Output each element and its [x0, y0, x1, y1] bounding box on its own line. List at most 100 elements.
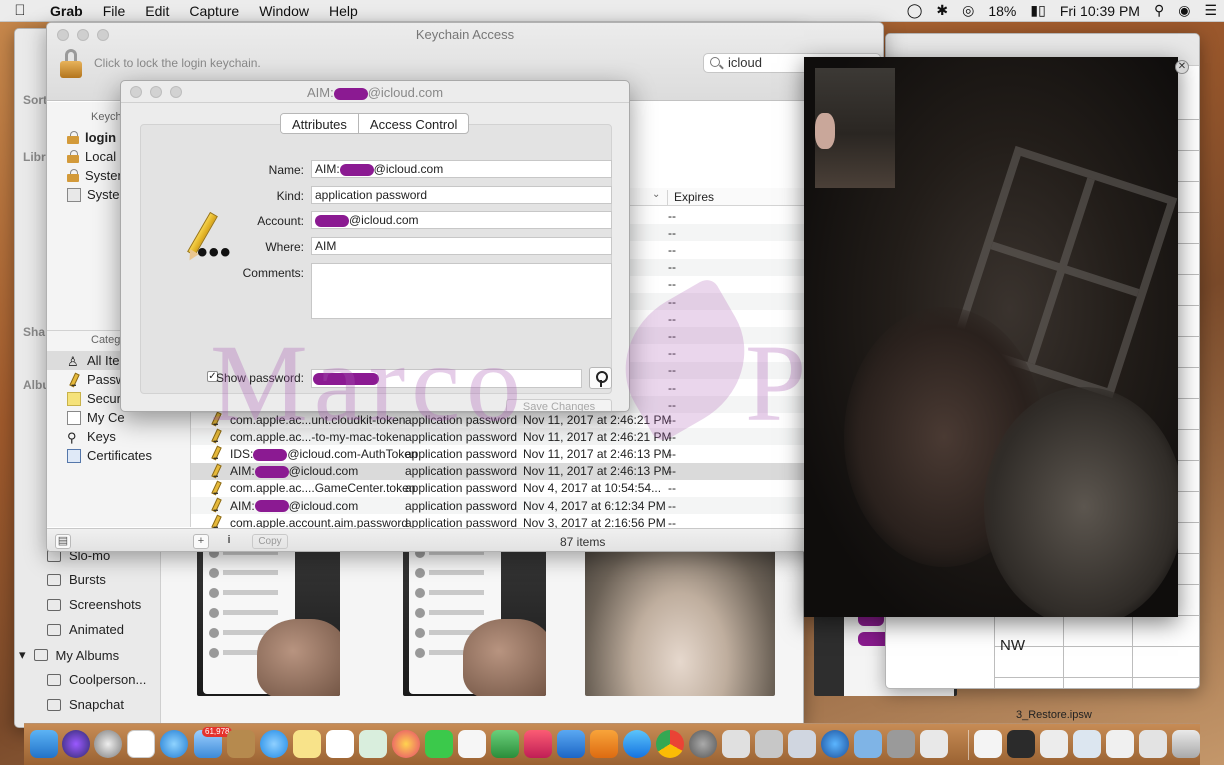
table-row[interactable]: com.apple.ac...-to-my-mac-tokenapplicati…: [191, 428, 883, 446]
copy-button[interactable]: Copy: [252, 534, 288, 549]
sidebar-item-system-roots[interactable]: Syster: [67, 185, 124, 204]
kind-field[interactable]: application password: [311, 186, 612, 204]
info-button[interactable]: i: [221, 534, 237, 549]
table-row[interactable]: AIM:@icloud.com application password Nov 4…: [191, 497, 883, 514]
dock-messages-icon[interactable]: [260, 730, 288, 758]
menu-file[interactable]: File: [93, 3, 136, 19]
unlocked-padlock-icon[interactable]: [60, 49, 82, 79]
dock-preview-icon[interactable]: [920, 730, 948, 758]
sidebar-item-keys[interactable]: ⚲ Keys: [67, 427, 116, 446]
battery-icon[interactable]: ▮▯: [1023, 2, 1052, 19]
table-row[interactable]: com.apple.ac....GameCenter.tokenapplicat…: [191, 480, 883, 497]
toggle-sidebar-button[interactable]: ▤: [55, 534, 71, 549]
dock-siri-icon[interactable]: [62, 730, 90, 758]
dock-facetime-icon[interactable]: [425, 730, 453, 758]
sidebar-item-login[interactable]: login: [67, 128, 116, 147]
expires-cell: --: [668, 397, 676, 412]
menu-window[interactable]: Window: [249, 3, 319, 19]
dock-itunes-icon[interactable]: [524, 730, 552, 758]
dock-trash-icon[interactable]: [1172, 730, 1200, 758]
spotlight-search-icon[interactable]: ⚲: [1147, 2, 1171, 19]
dock-app-store-icon[interactable]: [623, 730, 651, 758]
sort-chevron-icon[interactable]: ⌄: [652, 189, 660, 200]
dock-textedit-icon[interactable]: [458, 730, 486, 758]
dock-utilities-icon[interactable]: [755, 730, 783, 758]
sidebar-item-animated[interactable]: Animated: [47, 622, 124, 637]
redaction-mark: [339, 163, 374, 176]
dock-quicktime-icon[interactable]: [821, 730, 849, 758]
expires-cell: --: [668, 260, 676, 275]
dock-migration-icon[interactable]: [854, 730, 882, 758]
dock-photos-icon[interactable]: [392, 730, 420, 758]
dock-image-capture-icon[interactable]: [788, 730, 816, 758]
bluetooth-icon[interactable]: ✱: [929, 2, 955, 19]
dock-contacts-icon[interactable]: [227, 730, 255, 758]
dock-screenshot-icon[interactable]: [1106, 730, 1134, 758]
table-cell[interactable]: NW: [1000, 637, 1025, 654]
expires-cell: --: [668, 208, 676, 223]
notification-center-icon[interactable]: ☰: [1197, 2, 1224, 19]
date-cell: Nov 11, 2017 at 2:46:21 PM: [523, 429, 672, 444]
sidebar-item-system[interactable]: Syster: [67, 166, 122, 185]
password-field[interactable]: [311, 369, 582, 388]
dock-notes-icon[interactable]: [293, 730, 321, 758]
dock-launchpad-icon[interactable]: [94, 730, 122, 758]
comments-field[interactable]: [311, 263, 612, 319]
password-pencil-icon: [209, 429, 223, 444]
column-expires[interactable]: Expires: [667, 190, 714, 206]
menu-help[interactable]: Help: [319, 3, 368, 19]
sidebar-item-bursts[interactable]: Bursts: [47, 572, 106, 587]
table-row[interactable]: com.apple.ac...unt.cloudkit-tokenapplica…: [191, 411, 883, 428]
dock-numbers-icon[interactable]: [491, 730, 519, 758]
dock-finder-icon[interactable]: [30, 730, 58, 758]
sidebar-item-screenshots[interactable]: Screenshots: [47, 597, 141, 612]
dock-ibooks-icon[interactable]: [590, 730, 618, 758]
table-row[interactable]: IDS:@icloud.com-AuthTokenapplication pas…: [191, 445, 883, 462]
messages-status-icon[interactable]: ◯: [900, 2, 930, 19]
password-assistant-key-icon[interactable]: [589, 367, 612, 389]
dock-safari-icon[interactable]: [160, 730, 188, 758]
dock-calculator-icon[interactable]: [887, 730, 915, 758]
wifi-icon[interactable]: ◎: [955, 2, 981, 19]
close-icon[interactable]: ✕: [1175, 60, 1189, 74]
dock-screenshot-icon[interactable]: [1007, 730, 1035, 758]
name-field[interactable]: AIM: @icloud.com: [311, 160, 612, 178]
dock-reminders-icon[interactable]: [326, 730, 354, 758]
dock-screenshot-icon[interactable]: [1139, 730, 1167, 758]
sidebar-item-snapchat[interactable]: Snapchat: [47, 697, 124, 712]
dock-maps-icon[interactable]: [359, 730, 387, 758]
table-row[interactable]: AIM:@icloud.com application password Nov 1…: [191, 462, 883, 480]
account-field[interactable]: @icloud.com: [311, 211, 612, 229]
sidebar-item-my-certificates[interactable]: My Ce: [67, 408, 125, 427]
disclosure-triangle-icon[interactable]: ▾: [19, 647, 26, 663]
siri-icon[interactable]: ◉: [1171, 2, 1197, 19]
self-view-preview[interactable]: [815, 68, 895, 188]
sidebar-item-coolperson[interactable]: Coolperson...: [47, 672, 146, 687]
menu-capture[interactable]: Capture: [179, 3, 249, 19]
dock-chrome-icon[interactable]: [656, 730, 684, 758]
sidebar-item-passwords[interactable]: Passw: [67, 370, 125, 389]
dock-grab-icon[interactable]: [722, 730, 750, 758]
desktop-file-label[interactable]: 3_Restore.ipsw: [1016, 709, 1092, 721]
dock-plus-app-icon[interactable]: [127, 730, 155, 758]
battery-percent[interactable]: 18%: [981, 3, 1023, 19]
sidebar-item-local-items[interactable]: Local I: [67, 147, 123, 166]
sidebar-item-my-albums[interactable]: ▾ My Albums: [19, 647, 119, 663]
dock-screenshot-icon[interactable]: [1073, 730, 1101, 758]
menu-app-grab[interactable]: Grab: [40, 3, 93, 19]
password-pencil-icon: [209, 498, 223, 513]
menu-edit[interactable]: Edit: [135, 3, 179, 19]
dock-document-icon[interactable]: [974, 730, 1002, 758]
tab-attributes[interactable]: Attributes: [281, 114, 358, 133]
sidebar-item-certificates[interactable]: Certificates: [67, 446, 152, 465]
save-changes-button[interactable]: Save Changes: [506, 399, 612, 411]
video-call-window[interactable]: [804, 57, 1178, 617]
dock-screenshot-icon[interactable]: [1040, 730, 1068, 758]
tab-access-control[interactable]: Access Control: [357, 114, 468, 133]
apple-menu-icon[interactable]: : [0, 2, 40, 19]
clock[interactable]: Fri 10:39 PM: [1053, 3, 1147, 19]
add-item-button[interactable]: +: [193, 534, 209, 549]
dock-keynote-icon[interactable]: [557, 730, 585, 758]
where-field[interactable]: AIM: [311, 237, 612, 255]
dock-system-preferences-icon[interactable]: [689, 730, 717, 758]
